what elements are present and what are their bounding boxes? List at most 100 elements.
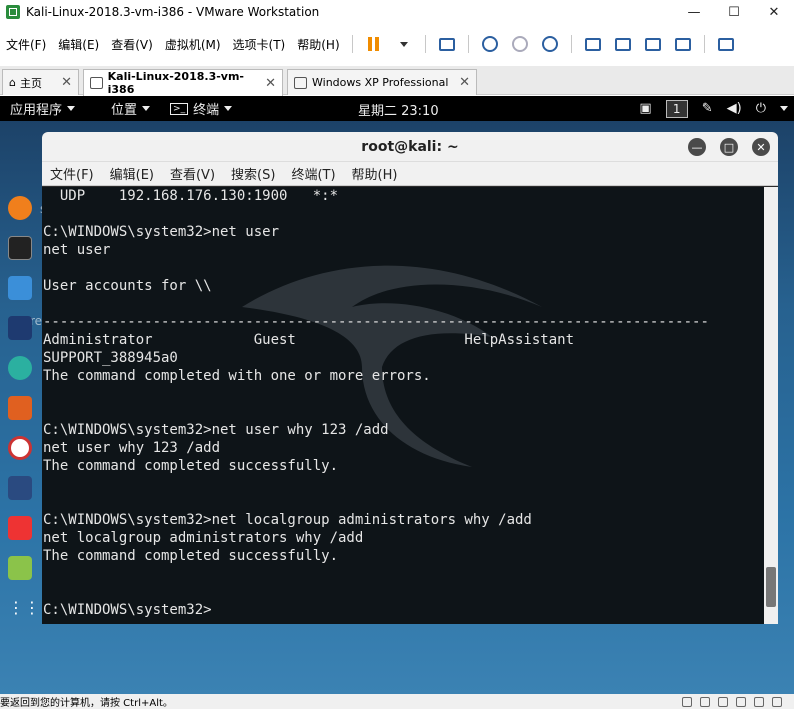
metasploit-icon[interactable] [8, 316, 32, 340]
terminal-window[interactable]: root@kali: ~ — □ ✕ 文件(F) 编辑(E) 查看(V) 搜索(… [42, 132, 778, 624]
terminal-text: UDP 192.168.176.130:1900 *:* C:\WINDOWS\… [43, 187, 763, 619]
toolbar-separator [703, 35, 705, 53]
menu-edit[interactable]: 编辑(E) [52, 36, 105, 53]
terminal-menu-terminal[interactable]: 终端(T) [283, 164, 343, 183]
hdd-icon[interactable] [682, 696, 692, 707]
tab-kali[interactable]: Kali-Linux-2018.3-vm-i386 ✕ [83, 69, 283, 96]
terminal-scrollbar[interactable] [764, 187, 778, 624]
toolbar-separator [570, 35, 572, 53]
files-icon[interactable] [8, 276, 32, 300]
terminal-line: UDP 192.168.176.130:1900 *:* [43, 188, 339, 204]
terminal-line: The command completed successfully. [43, 548, 339, 564]
power-icon[interactable]: ⏻ [756, 101, 766, 116]
minimize-button[interactable]: — [674, 0, 714, 24]
tab-close-icon[interactable]: ✕ [265, 76, 276, 91]
usb-icon[interactable] [736, 696, 746, 707]
terminal-maximize-button[interactable]: □ [720, 138, 738, 156]
chevron-down-icon [67, 106, 76, 111]
terminal-menu-view[interactable]: 查看(V) [162, 164, 223, 183]
maximize-button[interactable]: ☐ [714, 0, 754, 24]
revert-snapshot-button[interactable] [508, 34, 532, 54]
pen-icon[interactable]: ✎ [702, 101, 713, 116]
terminal-header[interactable]: root@kali: ~ — □ ✕ [42, 132, 778, 162]
thumbnail-icon [717, 37, 734, 51]
workspace-indicator[interactable]: 1 [665, 99, 688, 118]
beef-icon[interactable] [8, 476, 32, 500]
snapshot-button[interactable] [478, 34, 502, 54]
vm-tab-bar: ⌂ 主页 ✕ Kali-Linux-2018.3-vm-i386 ✕ Windo… [0, 66, 794, 96]
terminal-output[interactable]: UDP 192.168.176.130:1900 *:* C:\WINDOWS\… [42, 187, 764, 624]
menu-file[interactable]: 文件(F) [0, 36, 52, 53]
menu-help[interactable]: 帮助(H) [291, 36, 345, 53]
tab-winxp[interactable]: Windows XP Professional ✕ [287, 69, 477, 95]
terminal-menu-edit[interactable]: 编辑(E) [102, 164, 162, 183]
tab-home[interactable]: ⌂ 主页 ✕ [2, 69, 79, 95]
unity-button[interactable] [671, 34, 695, 54]
terminal-label: 终端 [193, 103, 220, 118]
faraday-icon[interactable] [8, 516, 32, 540]
terminal-menu-search[interactable]: 搜索(S) [223, 164, 283, 183]
menu-view[interactable]: 查看(V) [105, 36, 159, 53]
close-button[interactable]: ✕ [754, 0, 794, 24]
display-icon[interactable] [772, 696, 782, 707]
vmware-logo-icon [6, 5, 20, 19]
chevron-down-icon [224, 106, 233, 111]
power-dropdown[interactable] [392, 34, 416, 54]
chevron-down-icon [142, 106, 151, 111]
network-icon[interactable] [718, 696, 728, 707]
vm-icon [90, 77, 103, 89]
sound-icon[interactable] [754, 696, 764, 707]
maltego-icon[interactable] [8, 436, 32, 460]
library-button[interactable] [581, 34, 605, 54]
menu-tabs[interactable]: 选项卡(T) [227, 36, 292, 53]
terminal-line: C:\WINDOWS\system32>net localgroup admin… [43, 512, 532, 528]
terminal-close-button[interactable]: ✕ [752, 138, 770, 156]
clock[interactable]: 星期二 23:10 [358, 100, 439, 119]
terminal-line: net user why 123 /add [43, 440, 221, 456]
send-keys-button[interactable] [435, 34, 459, 54]
tab-label: 主页 [19, 76, 42, 90]
window-title: Kali-Linux-2018.3-vm-i386 - VMware Works… [26, 5, 320, 19]
toolbar-separator [351, 35, 353, 53]
thumbnail-button[interactable] [714, 34, 738, 54]
volume-icon[interactable]: ◀) [727, 101, 742, 116]
applications-menu[interactable]: 应用程序 [0, 99, 85, 118]
terminal-line: User accounts for \\ [43, 278, 212, 294]
app-grid-icon[interactable]: ⋮⋮ [8, 596, 40, 620]
tab-close-icon[interactable]: ✕ [61, 75, 72, 90]
tab-close-icon[interactable]: ✕ [459, 75, 470, 90]
places-menu[interactable]: 位置 [101, 99, 160, 118]
terminal-minimize-button[interactable]: — [688, 138, 706, 156]
terminal-line: C:\WINDOWS\system32> [43, 602, 212, 618]
burpsuite-icon[interactable] [8, 396, 32, 420]
terminal-app-menu[interactable]: >_ 终端 [160, 99, 242, 118]
console-view-button[interactable] [611, 34, 635, 54]
vm-icon [294, 76, 307, 89]
camera-icon[interactable]: ▣ [639, 101, 651, 116]
kali-desktop[interactable]: 应用程序 位置 >_ 终端 星期二 23:10 ▣ 1 ✎ ◀) ⏻ share… [0, 96, 794, 694]
firefox-icon[interactable] [8, 196, 32, 220]
scrollbar-thumb[interactable] [766, 567, 776, 607]
snapshot-icon [481, 36, 498, 52]
snapshot-manager-icon [541, 36, 558, 52]
console-view-icon [614, 37, 631, 51]
terminal-line: Administrator Guest HelpAssistant [43, 332, 575, 348]
fullscreen-button[interactable] [641, 34, 665, 54]
armitage-icon[interactable] [8, 356, 32, 380]
terminal-line: C:\WINDOWS\system32>net user why 123 /ad… [43, 422, 389, 438]
menu-vm[interactable]: 虚拟机(M) [159, 36, 227, 53]
cdrom-icon[interactable] [700, 696, 710, 707]
terminal-icon[interactable] [8, 236, 32, 260]
pause-button[interactable] [362, 34, 386, 54]
terminal-menu-help[interactable]: 帮助(H) [344, 164, 406, 183]
terminal-menu-file[interactable]: 文件(F) [42, 164, 102, 183]
chevron-down-icon[interactable] [780, 106, 788, 111]
snapshot-manager-button[interactable] [538, 34, 562, 54]
notes-icon[interactable] [8, 556, 32, 580]
